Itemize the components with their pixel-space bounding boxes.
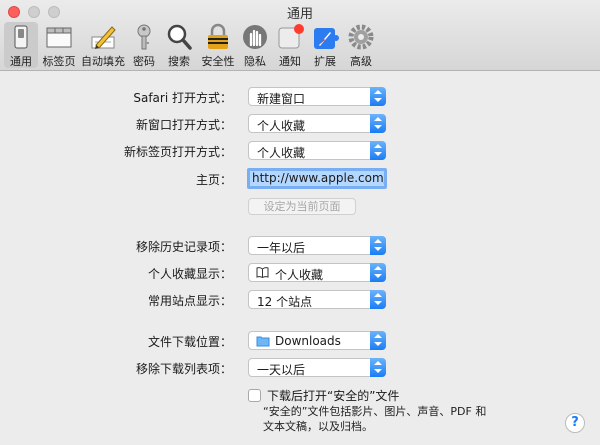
tab-advanced[interactable]: 高级: [344, 22, 378, 68]
notification-badge-icon: [278, 24, 304, 49]
title-bar: 通用 通用 标签页 自动填充 密码 搜索 安全性 隐私 通知 扩展 高级: [0, 0, 600, 71]
magnifier-icon: [167, 24, 192, 50]
remove-downloads-popup[interactable]: 一天以后: [248, 358, 386, 377]
open-safe-files-label: 下载后打开“安全的”文件: [267, 389, 400, 403]
lock-icon: [208, 23, 228, 49]
remove-downloads-label: 移除下载列表项：: [135, 362, 232, 376]
safari-open-label: Safari 打开方式：: [133, 91, 232, 105]
safari-open-popup[interactable]: 新建窗口: [248, 87, 386, 106]
tabs-window-icon: [46, 27, 72, 48]
popup-arrows-icon: [370, 114, 386, 133]
homepage-field[interactable]: http://www.apple.com/cn/: [247, 168, 387, 189]
new-tab-label: 新标签页打开方式：: [123, 145, 232, 159]
tab-notifications[interactable]: 通知: [274, 22, 306, 68]
safe-files-hint: “安全的”文件包括影片、图片、声音、PDF 和文本文稿，以及归档。: [263, 405, 487, 433]
favorites-show-label: 个人收藏显示：: [147, 267, 232, 281]
download-location-popup[interactable]: Downloads: [248, 331, 386, 350]
folder-icon: [256, 336, 270, 347]
popup-arrows-icon: [370, 236, 386, 255]
popup-arrows-icon: [370, 87, 386, 106]
book-icon: [256, 267, 269, 278]
pencil-form-icon: [91, 26, 116, 49]
new-window-label: 新窗口打开方式：: [135, 118, 232, 132]
new-window-popup[interactable]: 个人收藏: [248, 114, 386, 133]
tab-extensions[interactable]: 扩展: [308, 22, 342, 68]
new-tab-popup[interactable]: 个人收藏: [248, 141, 386, 160]
homepage-label: 主页：: [195, 173, 232, 187]
top-sites-label: 常用站点显示：: [147, 294, 232, 308]
tab-passwords[interactable]: 密码: [128, 22, 160, 68]
gear-icon: [348, 24, 374, 50]
set-current-page-button[interactable]: 设定为当前页面: [248, 198, 356, 215]
remove-history-label: 移除历史记录项：: [135, 240, 232, 254]
popup-arrows-icon: [370, 141, 386, 160]
top-sites-popup[interactable]: 12 个站点: [248, 290, 386, 309]
download-location-label: 文件下载位置：: [147, 335, 232, 349]
help-button[interactable]: ?: [565, 413, 585, 433]
puzzle-icon: [314, 28, 339, 49]
tab-search[interactable]: 搜索: [162, 22, 196, 68]
popup-arrows-icon: [370, 358, 386, 377]
hand-icon: [243, 25, 267, 49]
popup-arrows-icon: [370, 331, 386, 350]
popup-arrows-icon: [370, 290, 386, 309]
tab-security[interactable]: 安全性: [198, 22, 238, 68]
window-title: 通用: [286, 7, 313, 22]
popup-arrows-icon: [370, 263, 386, 282]
key-icon: [137, 24, 151, 50]
favorites-show-popup[interactable]: 个人收藏: [248, 263, 386, 282]
tab-privacy[interactable]: 隐私: [240, 22, 270, 68]
tab-general[interactable]: 通用: [4, 22, 38, 68]
tab-tabs[interactable]: 标签页: [40, 22, 78, 68]
remove-history-popup[interactable]: 一年以后: [248, 236, 386, 255]
tab-autofill[interactable]: 自动填充: [80, 22, 126, 68]
general-switch-icon: [14, 25, 28, 49]
open-safe-files-checkbox[interactable]: [248, 389, 261, 402]
